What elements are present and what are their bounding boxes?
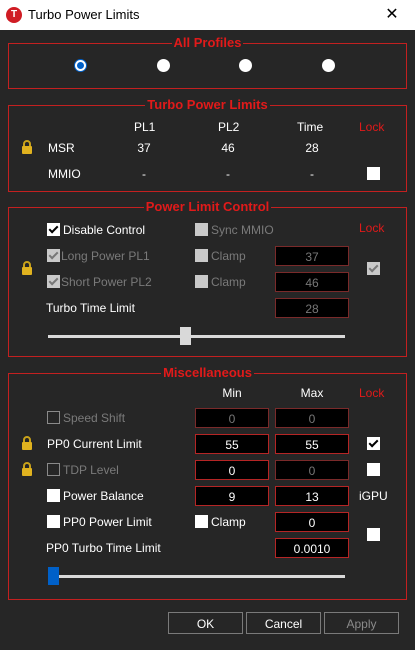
long-power-clamp-label: Clamp bbox=[211, 249, 246, 263]
disable-control-label: Disable Control bbox=[63, 223, 146, 237]
power-balance-min-input[interactable]: 9 bbox=[195, 486, 269, 506]
msr-pl1-value: 37 bbox=[137, 141, 151, 155]
turbo-time-limit-label: Turbo Time Limit bbox=[46, 301, 135, 315]
pp0-current-limit-label: PP0 Current Limit bbox=[47, 437, 142, 451]
turbo-power-limits-group: Turbo Power Limits PL1 PL2 Time Lock MSR… bbox=[8, 97, 407, 192]
close-icon[interactable]: ✕ bbox=[369, 0, 415, 30]
profile-radio-3[interactable] bbox=[239, 59, 252, 72]
window-title: Turbo Power Limits bbox=[28, 7, 140, 22]
lock-icon bbox=[22, 462, 32, 476]
pp0-power-limit-input[interactable]: 0 bbox=[275, 512, 349, 532]
header-max: Max bbox=[300, 386, 324, 400]
apply-button[interactable]: Apply bbox=[324, 612, 399, 634]
tdp-level-label: TDP Level bbox=[63, 463, 119, 477]
header-min: Min bbox=[222, 386, 242, 400]
turbo-time-slider-thumb[interactable] bbox=[179, 327, 191, 345]
pp0-turbo-time-slider-thumb[interactable] bbox=[48, 567, 59, 585]
pp0-power-lock-checkbox[interactable] bbox=[367, 528, 380, 541]
speed-shift-max-input[interactable]: 0 bbox=[275, 408, 349, 428]
pp0-power-limit-checkbox[interactable] bbox=[47, 515, 60, 528]
long-power-pl1-input[interactable]: 37 bbox=[275, 246, 349, 266]
tdp-level-lock-checkbox[interactable] bbox=[367, 463, 380, 476]
mmio-pl1-value: - bbox=[142, 167, 146, 181]
pp0-current-min-input[interactable]: 55 bbox=[195, 434, 269, 454]
pp0-current-lock-checkbox[interactable] bbox=[367, 437, 380, 450]
short-power-clamp-checkbox[interactable] bbox=[195, 275, 208, 288]
power-balance-checkbox[interactable] bbox=[47, 489, 60, 502]
turbo-power-limits-window: T Turbo Power Limits ✕ All Profiles Turb… bbox=[0, 0, 415, 650]
pp0-turbo-time-slider-track[interactable] bbox=[48, 575, 345, 578]
plc-lock-header: Lock bbox=[359, 221, 385, 235]
speed-shift-min-input[interactable]: 0 bbox=[195, 408, 269, 428]
lock-icon bbox=[22, 140, 32, 154]
turbo-power-limits-title: Turbo Power Limits bbox=[145, 97, 270, 112]
header-time: Time bbox=[297, 120, 324, 134]
lock-icon bbox=[22, 436, 32, 450]
power-limit-control-title: Power Limit Control bbox=[143, 199, 272, 214]
tdp-level-min-input[interactable]: 0 bbox=[195, 460, 269, 480]
mmio-time-value: - bbox=[310, 167, 314, 181]
pp0-turbo-time-limit-label: PP0 Turbo Time Limit bbox=[46, 541, 161, 555]
plc-lock-checkbox[interactable] bbox=[367, 262, 380, 275]
long-power-pl1-label: Long Power PL1 bbox=[61, 249, 150, 263]
throttlestop-app-icon: T bbox=[6, 7, 22, 23]
ok-button[interactable]: OK bbox=[168, 612, 243, 634]
profile-radio-1[interactable] bbox=[74, 59, 87, 72]
title-bar: T Turbo Power Limits ✕ bbox=[0, 0, 415, 30]
pp0-power-limit-label: PP0 Power Limit bbox=[63, 515, 152, 529]
header-pl2: PL2 bbox=[218, 120, 240, 134]
long-power-clamp-checkbox[interactable] bbox=[195, 249, 208, 262]
profile-radio-4[interactable] bbox=[322, 59, 335, 72]
cancel-button[interactable]: Cancel bbox=[246, 612, 321, 634]
sync-mmio-checkbox[interactable] bbox=[195, 223, 208, 236]
misc-lock-header: Lock bbox=[359, 386, 385, 400]
power-balance-max-input[interactable]: 13 bbox=[275, 486, 349, 506]
miscellaneous-group: Miscellaneous Min Max Lock Speed Shift 0… bbox=[8, 365, 407, 600]
lock-icon bbox=[22, 261, 32, 275]
power-balance-label: Power Balance bbox=[63, 489, 144, 503]
igpu-label: iGPU bbox=[359, 489, 388, 503]
speed-shift-label: Speed Shift bbox=[63, 411, 126, 425]
header-lock: Lock bbox=[359, 120, 385, 134]
tdp-level-max-input[interactable]: 0 bbox=[275, 460, 349, 480]
pp0-power-clamp-label: Clamp bbox=[211, 515, 246, 529]
msr-label: MSR bbox=[48, 141, 75, 155]
short-power-pl2-checkbox[interactable] bbox=[47, 275, 60, 288]
pp0-turbo-time-limit-input[interactable]: 0.0010 bbox=[275, 538, 349, 558]
turbo-time-limit-input[interactable]: 28 bbox=[275, 298, 349, 318]
profile-radio-2[interactable] bbox=[157, 59, 170, 72]
miscellaneous-title: Miscellaneous bbox=[161, 365, 254, 380]
all-profiles-title: All Profiles bbox=[171, 35, 244, 50]
short-power-clamp-label: Clamp bbox=[211, 275, 246, 289]
header-pl1: PL1 bbox=[134, 120, 156, 134]
disable-control-checkbox[interactable] bbox=[47, 223, 60, 236]
msr-time-value: 28 bbox=[305, 141, 319, 155]
short-power-pl2-label: Short Power PL2 bbox=[61, 275, 152, 289]
long-power-pl1-checkbox[interactable] bbox=[47, 249, 60, 262]
short-power-pl2-input[interactable]: 46 bbox=[275, 272, 349, 292]
client-area: All Profiles Turbo Power Limits PL1 PL2 … bbox=[0, 30, 415, 650]
speed-shift-checkbox[interactable] bbox=[47, 411, 60, 424]
power-limit-control-group: Power Limit Control Lock Disable Control… bbox=[8, 199, 407, 357]
pp0-power-clamp-checkbox[interactable] bbox=[195, 515, 208, 528]
all-profiles-group: All Profiles bbox=[8, 35, 407, 89]
mmio-pl2-value: - bbox=[226, 167, 230, 181]
mmio-label: MMIO bbox=[48, 167, 81, 181]
tdp-level-checkbox[interactable] bbox=[47, 463, 60, 476]
pp0-current-max-input[interactable]: 55 bbox=[275, 434, 349, 454]
sync-mmio-label: Sync MMIO bbox=[211, 223, 274, 237]
msr-pl2-value: 46 bbox=[221, 141, 235, 155]
mmio-lock-checkbox[interactable] bbox=[367, 167, 380, 180]
turbo-time-slider-track[interactable] bbox=[48, 335, 345, 338]
